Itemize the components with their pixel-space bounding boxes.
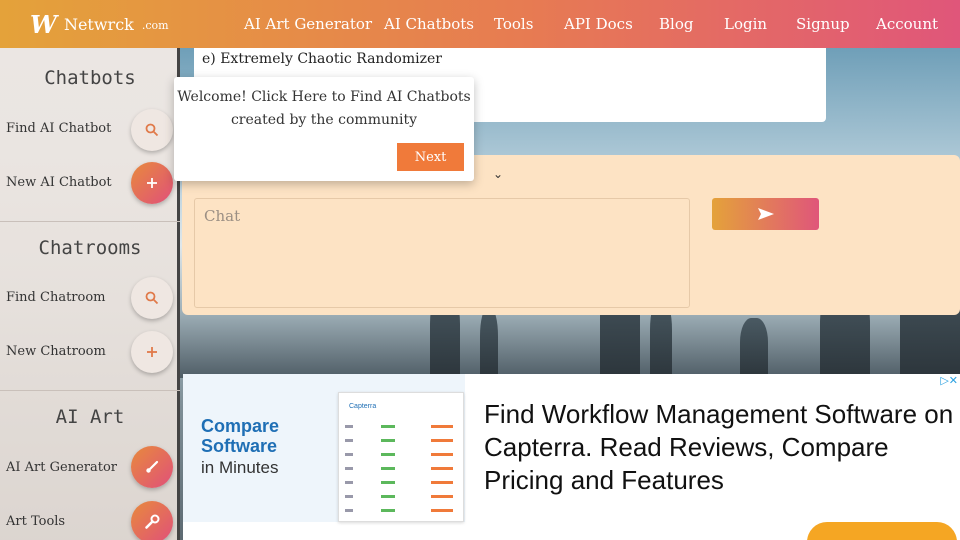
sidebar-divider (0, 221, 180, 222)
plus-icon (147, 178, 157, 188)
brand-tld: .com (141, 19, 169, 32)
wrench-icon (145, 514, 160, 529)
top-nav-bar: W Netwrck .com AI Art Generator AI Chatb… (0, 0, 960, 48)
ad-screenshot-brand: Capterra (349, 403, 377, 410)
onboarding-tooltip: Welcome! Click Here to Find AI Chatbots … (174, 77, 474, 181)
nav-login[interactable]: Login (724, 0, 767, 48)
nav-tools[interactable]: Tools (494, 0, 533, 48)
chat-placeholder: Chat (204, 207, 241, 225)
ad-cta-button[interactable] (807, 522, 957, 540)
send-button[interactable] (712, 198, 819, 230)
sidebar-item-ai-art-generator[interactable]: AI Art Generator (6, 460, 117, 475)
sidebar-item-find-chatroom[interactable]: Find Chatroom (6, 290, 106, 305)
ad-headline[interactable]: Find Workflow Management Software on Cap… (484, 398, 954, 497)
brand-name: Netwrck (63, 14, 134, 34)
sidebar-item-find-ai-chatbot[interactable]: Find AI Chatbot (6, 121, 111, 136)
nav-blog[interactable]: Blog (659, 0, 693, 48)
search-icon (145, 291, 159, 305)
new-chatbot-button[interactable] (131, 162, 173, 204)
next-button[interactable]: Next (397, 143, 464, 171)
chevron-down-icon[interactable]: ⌄ (493, 167, 503, 181)
tooltip-line-2: created by the community (230, 112, 418, 128)
ad-screenshot: Capterra (338, 392, 464, 522)
sidebar-divider (0, 390, 180, 391)
search-icon (145, 123, 159, 137)
randomizer-option[interactable]: e) Extremely Chaotic Randomizer (202, 51, 442, 67)
sidebar: Chatbots Find AI Chatbot New AI Chatbot … (0, 48, 180, 540)
sidebar-item-new-chatroom[interactable]: New Chatroom (6, 344, 106, 359)
brush-icon (146, 460, 159, 473)
plus-icon (147, 347, 157, 357)
sidebar-item-new-ai-chatbot[interactable]: New AI Chatbot (6, 175, 112, 190)
ad-minutes-text: in Minutes (201, 458, 279, 477)
site-logo[interactable]: W Netwrck .com (30, 10, 230, 39)
find-chatroom-button[interactable] (131, 277, 173, 319)
nav-signup[interactable]: Signup (796, 0, 850, 48)
art-tools-button[interactable] (131, 501, 173, 540)
logo-mark: W (30, 9, 57, 39)
nav-api-docs[interactable]: API Docs (564, 0, 633, 48)
find-chatbot-button[interactable] (131, 109, 173, 151)
section-title-chatrooms: Chatrooms (38, 237, 142, 259)
send-icon (757, 208, 774, 220)
new-chatroom-button[interactable] (131, 331, 173, 373)
chat-input[interactable]: Chat (194, 198, 690, 308)
section-title-chatbots: Chatbots (44, 67, 136, 89)
nav-account[interactable]: Account (876, 0, 938, 48)
ai-art-generator-button[interactable] (131, 446, 173, 488)
adchoices-icon[interactable]: ▷✕ (940, 374, 958, 387)
advertisement[interactable]: Compare Software in Minutes Capterra Fin… (183, 374, 960, 540)
nav-ai-art-generator[interactable]: AI Art Generator (244, 0, 372, 48)
sidebar-item-art-tools[interactable]: Art Tools (6, 514, 65, 529)
nav-ai-chatbots[interactable]: AI Chatbots (384, 0, 474, 48)
tooltip-line-1: Welcome! Click Here to Find AI Chatbots (177, 89, 471, 105)
section-title-ai-art: AI Art (55, 406, 125, 428)
ad-compare-text: Compare Software (201, 416, 280, 456)
